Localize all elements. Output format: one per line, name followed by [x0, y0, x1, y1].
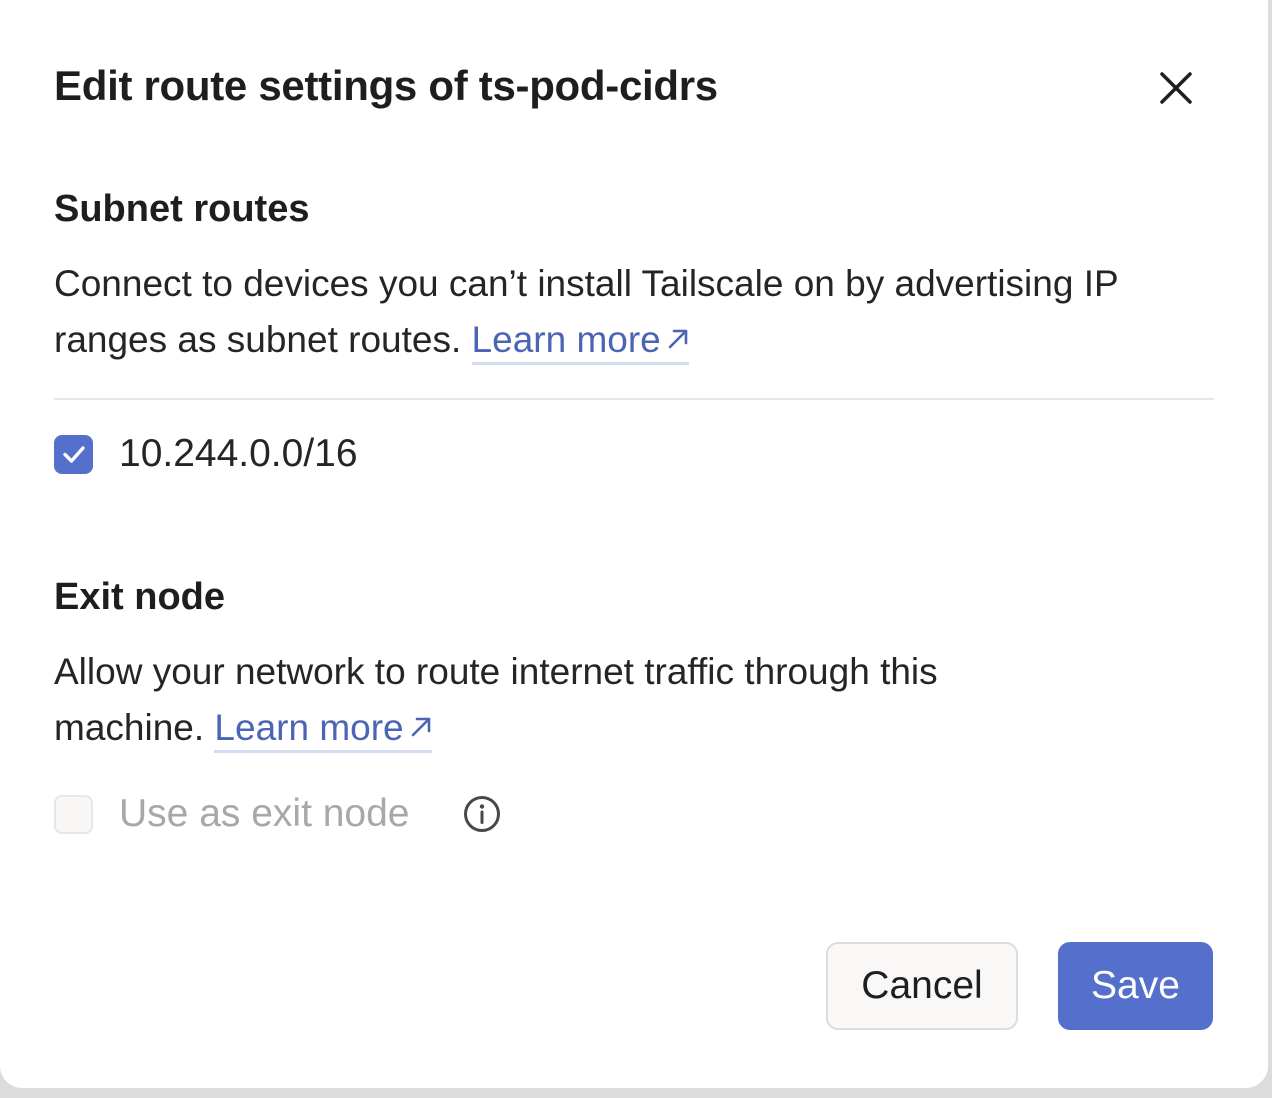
subnet-routes-learn-more-link[interactable]: Learn more: [471, 319, 689, 365]
exit-node-description: Allow your network to route internet tra…: [54, 644, 1094, 756]
section-divider: [54, 398, 1214, 400]
exit-node-learn-more-link[interactable]: Learn more: [214, 707, 432, 753]
exit-node-checkbox[interactable]: [54, 794, 93, 834]
learn-more-label: Learn more: [214, 707, 404, 748]
learn-more-label: Learn more: [471, 319, 661, 360]
close-icon: [1160, 72, 1192, 104]
subnet-routes-description: Connect to devices you can’t install Tai…: [54, 256, 1214, 368]
edit-route-settings-dialog: Edit route settings of ts-pod-cidrs Subn…: [0, 0, 1268, 1088]
close-button[interactable]: [1150, 62, 1202, 114]
external-link-arrow-icon: [668, 329, 688, 349]
dialog-title: Edit route settings of ts-pod-cidrs: [54, 62, 718, 109]
exit-node-description-text: Allow your network to route internet tra…: [54, 651, 938, 748]
external-link-arrow-icon: [411, 717, 430, 737]
subnet-routes-heading: Subnet routes: [54, 188, 310, 230]
cancel-button[interactable]: Cancel: [826, 942, 1018, 1030]
subnet-route-row[interactable]: 10.244.0.0/16: [54, 432, 358, 476]
subnet-route-cidr: 10.244.0.0/16: [119, 432, 358, 475]
subnet-route-checkbox[interactable]: [54, 434, 93, 474]
save-button[interactable]: Save: [1058, 942, 1213, 1030]
checkmark-icon: [62, 446, 85, 463]
exit-node-heading: Exit node: [54, 576, 226, 618]
exit-node-label: Use as exit node: [119, 792, 410, 835]
exit-node-row: Use as exit node: [54, 792, 502, 836]
info-icon[interactable]: [462, 794, 502, 834]
